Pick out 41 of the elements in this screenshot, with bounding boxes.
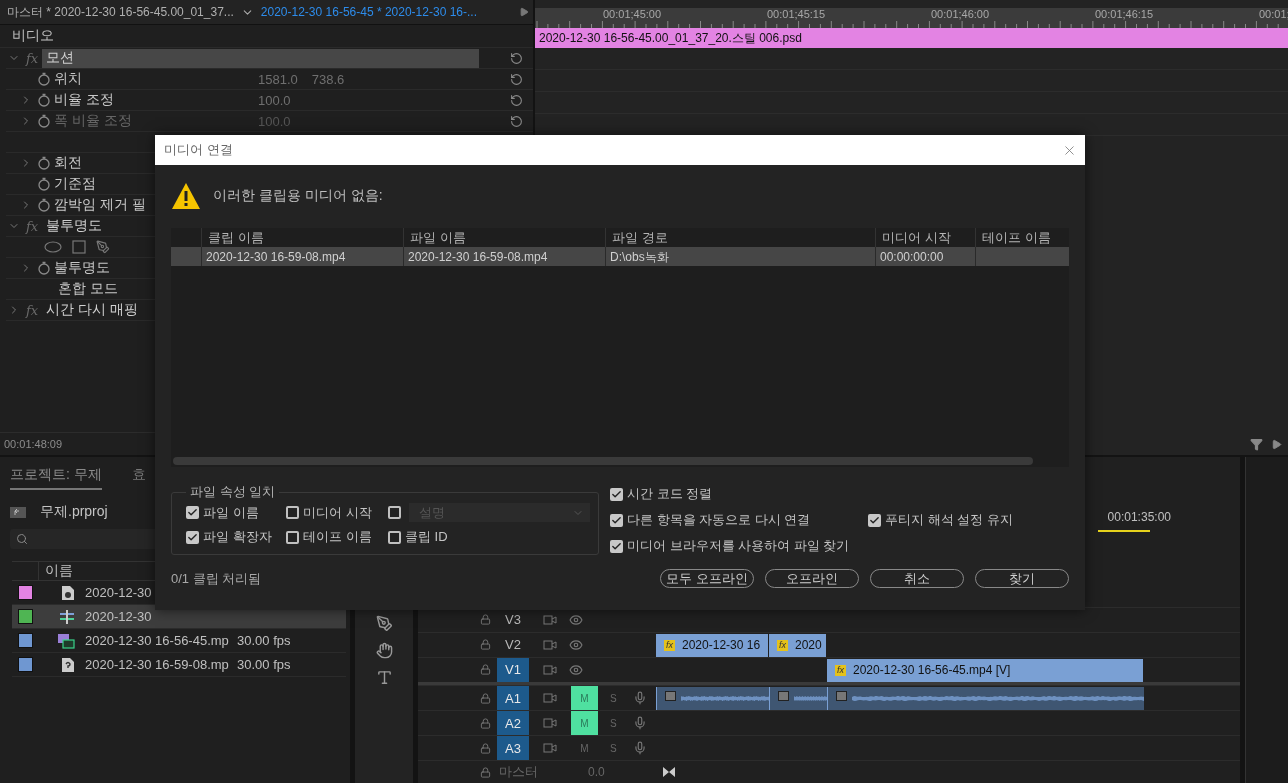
- project-file-name: 무제.prproj: [40, 503, 108, 521]
- ruler-label: 00:01;45:00: [603, 8, 662, 20]
- ruler-label: 00:01;46:15: [1095, 8, 1154, 20]
- frame-rate: 30.00 fps: [237, 633, 291, 648]
- table-cell: 2020-12-30 16-59-08.mp4: [403, 247, 605, 266]
- item-name: 2020-12-30 16-59-08.mp: [85, 657, 230, 672]
- section-title: 비디오: [0, 25, 533, 48]
- ruler-label: 00:01;45:15: [767, 8, 826, 20]
- property-label: 위치: [54, 70, 83, 88]
- property-label: 폭 비율 조정: [54, 112, 133, 130]
- ruler-label: 00:01;: [1259, 8, 1288, 20]
- clip-name: 2020-12-30 16-56-45.mp4 [V]: [853, 663, 1011, 677]
- property-label: 깜박임 제거 필: [54, 196, 147, 214]
- clip-name: 2020: [795, 638, 822, 652]
- dialog-title: 미디어 연결: [164, 141, 233, 159]
- fx-badge: fx: [835, 664, 846, 676]
- table-cell: D:\obs녹화: [605, 247, 875, 266]
- frame-rate: 30.00 fps: [237, 657, 291, 672]
- property-label: 혼합 모드: [58, 280, 119, 298]
- timecode: 00:01:48:09: [4, 438, 63, 450]
- fx-badge: fx: [664, 639, 675, 651]
- track-name: 마스터: [499, 763, 538, 782]
- message-text: 이러한 클립용 미디어 없음:: [213, 187, 383, 205]
- item-name: 2020-12-30: [85, 609, 153, 624]
- timecode: 00:01:35:00: [1107, 509, 1171, 524]
- property-label: 회전: [54, 154, 83, 172]
- property-label: 불투명도: [54, 259, 111, 277]
- fx-label: fx: [25, 218, 39, 234]
- status-text: 0/1 클립 처리됨: [171, 569, 262, 588]
- clip-name: 2020-12-30 16: [682, 638, 761, 652]
- fx-label: fx: [25, 302, 39, 318]
- table-cell: 2020-12-30 16-59-08.mp4: [201, 247, 403, 266]
- item-name: 2020-12-30 16-56-45.mp: [85, 633, 230, 648]
- item-name: 2020-12-30: [85, 585, 153, 600]
- table-cell: 00:00:00:00: [875, 247, 975, 266]
- ruler-label: 00:01;46:00: [931, 8, 990, 20]
- property-label: 기준점: [54, 175, 97, 193]
- group-title: 파일 속성 일치: [189, 483, 277, 501]
- property-label: 비율 조정: [54, 91, 115, 109]
- fx-badge: fx: [777, 639, 788, 651]
- fx-label: fx: [25, 50, 39, 66]
